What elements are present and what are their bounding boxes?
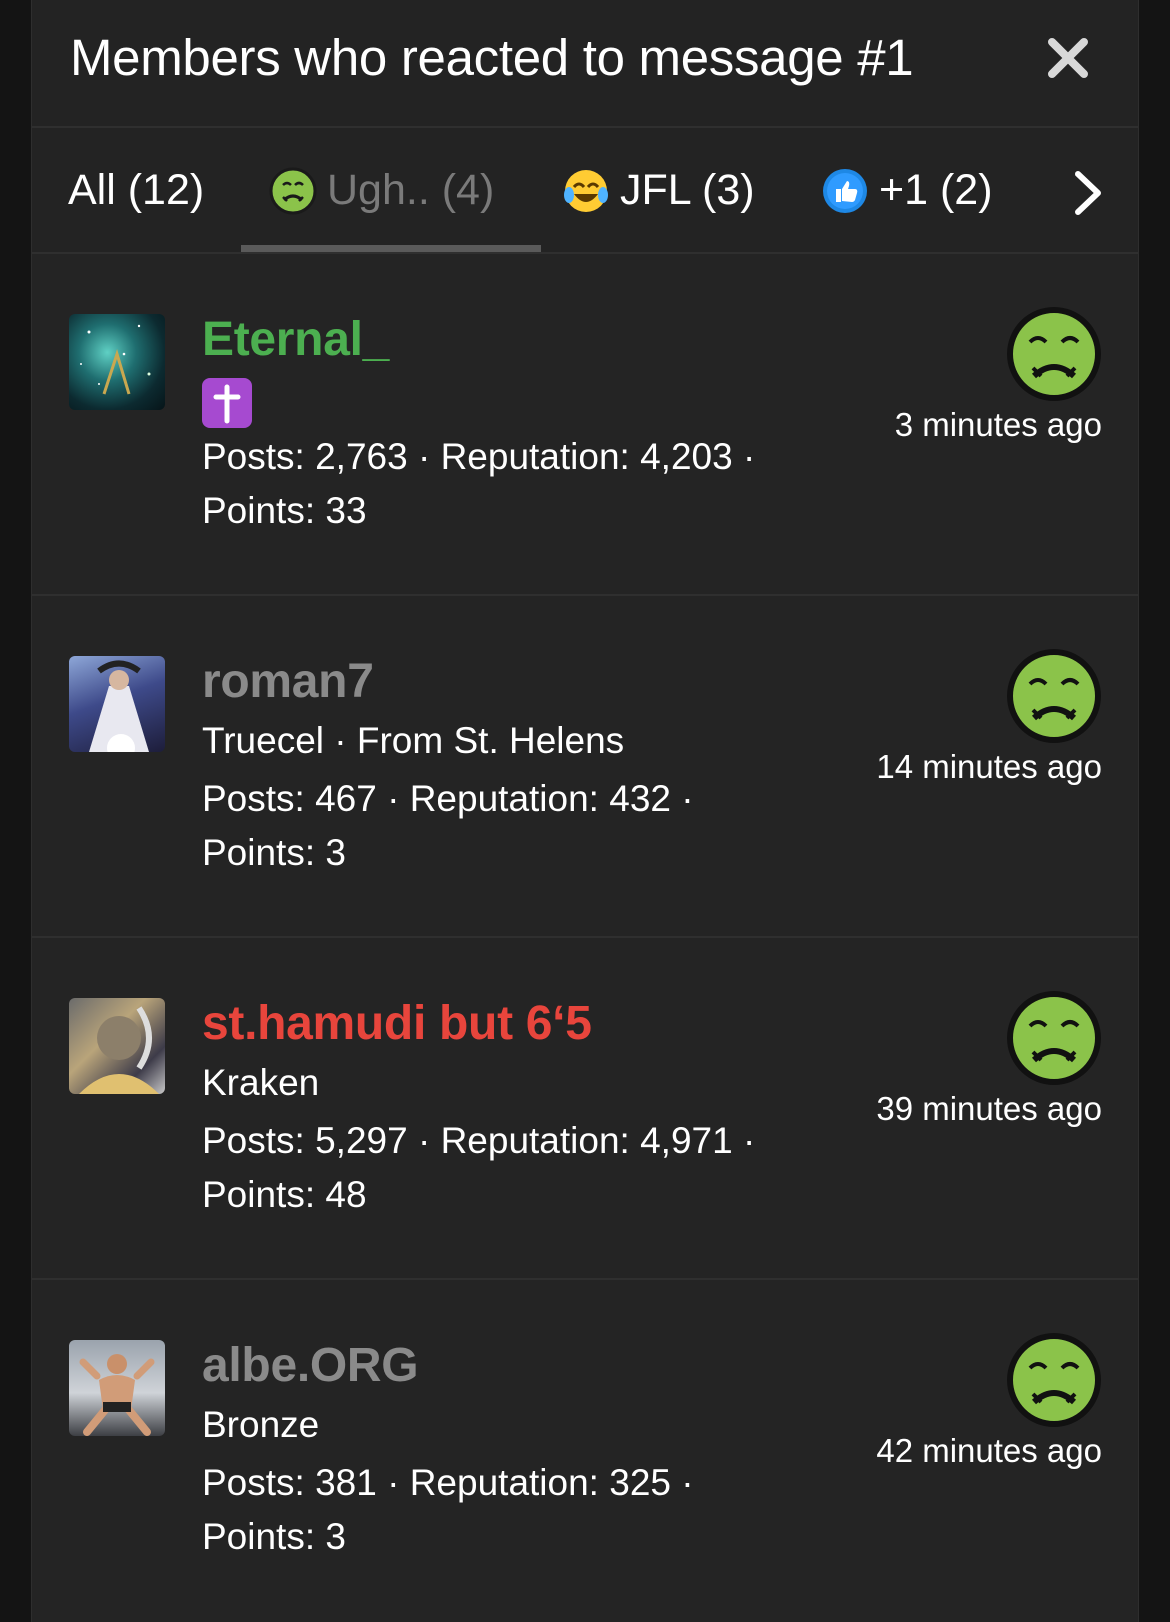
reactions-modal: Members who reacted to message #1 All (1… bbox=[31, 0, 1139, 1622]
member-stats: Posts: 5,297 · Reputation: 4,971 · Point… bbox=[202, 1114, 802, 1222]
stats-line-2: Points: 48 bbox=[202, 1174, 367, 1215]
stats-line-1: Posts: 5,297 · Reputation: 4,971 · bbox=[202, 1120, 756, 1161]
avatar[interactable] bbox=[69, 1340, 165, 1436]
reaction-tabs: All (12) Ugh.. (4) JFL (3) +1 (2) bbox=[32, 128, 1138, 254]
nauseated-face-icon bbox=[1007, 991, 1101, 1085]
laughing-crying-icon bbox=[564, 169, 608, 212]
member-row: roman7 Truecel · From St. Helens Posts: … bbox=[32, 596, 1138, 938]
username[interactable]: Eternal_ bbox=[202, 312, 389, 367]
member-row: Eternal_ Posts: 2,763 · Reputation: 4,20… bbox=[32, 254, 1138, 596]
chevron-right-icon[interactable] bbox=[1066, 168, 1110, 218]
username[interactable]: albe.ORG bbox=[202, 1338, 419, 1393]
username[interactable]: roman7 bbox=[202, 654, 374, 709]
member-row: st.hamudi but 6‘5 Kraken Posts: 5,297 · … bbox=[32, 938, 1138, 1280]
member-list: Eternal_ Posts: 2,763 · Reputation: 4,20… bbox=[32, 254, 1138, 1622]
nauseated-face-icon bbox=[1007, 307, 1101, 401]
reaction-time: 42 minutes ago bbox=[876, 1432, 1102, 1469]
tab-jfl-label: JFL (3) bbox=[620, 166, 755, 214]
nauseated-face-icon bbox=[1007, 649, 1101, 743]
close-icon[interactable] bbox=[1046, 36, 1090, 80]
stats-line-1: Posts: 467 · Reputation: 432 · bbox=[202, 778, 694, 819]
avatar-image bbox=[80, 324, 151, 395]
user-title: Truecel · From St. Helens bbox=[202, 720, 625, 761]
latin-cross-icon bbox=[202, 378, 252, 428]
active-tab-indicator bbox=[241, 245, 541, 252]
stats-line-2: Points: 3 bbox=[202, 1516, 346, 1557]
user-title: Bronze bbox=[202, 1404, 320, 1445]
member-row: albe.ORG Bronze Posts: 381 · Reputation:… bbox=[32, 1280, 1138, 1622]
tab-all-label: All (12) bbox=[68, 166, 205, 214]
username[interactable]: st.hamudi but 6‘5 bbox=[202, 996, 592, 1051]
member-stats: Posts: 381 · Reputation: 325 · Points: 3 bbox=[202, 1456, 802, 1564]
user-title: Kraken bbox=[202, 1062, 320, 1103]
avatar-image bbox=[79, 1354, 155, 1436]
avatar[interactable] bbox=[69, 998, 165, 1094]
avatar[interactable] bbox=[69, 314, 165, 410]
avatar[interactable] bbox=[69, 656, 165, 752]
stats-line-1: Posts: 2,763 · Reputation: 4,203 · bbox=[202, 436, 756, 477]
avatar-image bbox=[79, 1006, 159, 1094]
modal-title: Members who reacted to message #1 bbox=[70, 29, 914, 86]
stats-line-1: Posts: 381 · Reputation: 325 · bbox=[202, 1462, 694, 1503]
tab-plus-one[interactable]: +1 (2) bbox=[821, 166, 993, 215]
modal-header: Members who reacted to message #1 bbox=[32, 0, 1138, 128]
avatar-image bbox=[89, 660, 149, 752]
thumbs-up-icon bbox=[823, 168, 867, 213]
tab-ugh[interactable]: Ugh.. (4) bbox=[269, 166, 494, 215]
reaction-time: 3 minutes ago bbox=[894, 406, 1102, 443]
tab-all[interactable]: All (12) bbox=[68, 166, 204, 215]
stats-line-2: Points: 33 bbox=[202, 490, 367, 531]
stats-line-2: Points: 3 bbox=[202, 832, 346, 873]
tab-jfl[interactable]: JFL (3) bbox=[562, 166, 755, 215]
tab-plus-one-label: +1 (2) bbox=[879, 166, 993, 214]
member-stats: Posts: 2,763 · Reputation: 4,203 · Point… bbox=[202, 430, 802, 538]
nauseated-face-icon bbox=[1007, 1333, 1101, 1427]
member-stats: Posts: 467 · Reputation: 432 · Points: 3 bbox=[202, 772, 802, 880]
reaction-time: 39 minutes ago bbox=[876, 1090, 1102, 1127]
reaction-time: 14 minutes ago bbox=[876, 748, 1102, 785]
tab-ugh-label: Ugh.. (4) bbox=[327, 166, 495, 214]
nauseated-face-icon bbox=[269, 167, 317, 214]
